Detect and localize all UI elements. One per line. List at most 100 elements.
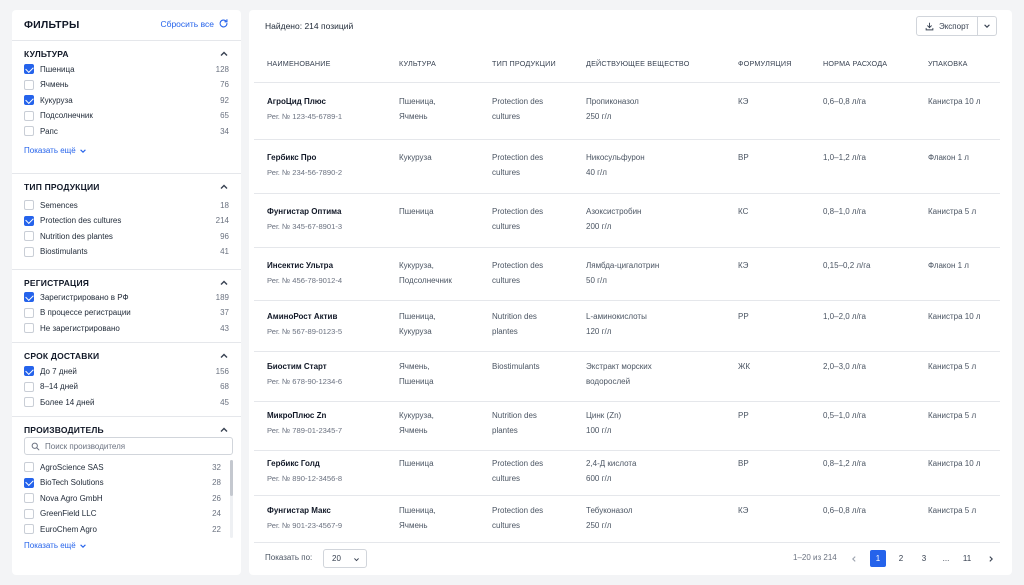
type-cell: Protection des cultures — [492, 457, 543, 486]
filter-option[interactable]: Не зарегистрировано 43 — [24, 321, 229, 335]
product-name[interactable]: АгроЦид Плюс — [267, 95, 342, 110]
option-count: 34 — [220, 126, 229, 136]
table-row[interactable]: Инсектис Ультра Рег. № 456-78-9012-4 Куку… — [254, 248, 1000, 301]
prev-page-button[interactable] — [846, 550, 862, 567]
filter-option[interactable]: Подсолнечник 65 — [24, 109, 229, 123]
column-header-active-substance[interactable]: ДЕЙСТВУЮЩЕЕ ВЕЩЕСТВО — [586, 59, 689, 68]
product-name[interactable]: Гербикс Про — [267, 151, 342, 166]
export-button[interactable]: Экспорт — [917, 17, 978, 35]
column-header-formulation[interactable]: ФОРМУЛЯЦИЯ — [738, 59, 792, 68]
checkbox[interactable] — [24, 323, 34, 333]
table-row[interactable]: МикроПлюс Zn Рег. № 789-01-2345-7 Кукуруз… — [254, 402, 1000, 451]
chevron-up-icon[interactable] — [219, 49, 229, 59]
checkbox-checked[interactable] — [24, 64, 34, 74]
checkbox[interactable] — [24, 79, 34, 90]
filter-option[interactable]: Nova Agro GmbH 26 — [24, 491, 221, 505]
table-row[interactable]: Фунгистар Оптима Рег. № 345-67-8901-3 Пше… — [254, 194, 1000, 248]
table-row[interactable]: Фунгистар Макс Рег. № 901-23-4567-9 Пшени… — [254, 496, 1000, 543]
filter-option[interactable]: AgroScience SAS 32 — [24, 460, 221, 474]
filter-option[interactable]: Пшеница 128 — [24, 62, 229, 76]
table-row[interactable]: АгроЦид Плюс Рег. № 123-45-6789-1 Пшеница… — [254, 83, 1000, 140]
filter-option[interactable]: 8–14 дней 68 — [24, 380, 229, 394]
filter-option[interactable]: GreenField LLC 24 — [24, 507, 221, 521]
export-options-button[interactable] — [978, 22, 996, 30]
checkbox-checked[interactable] — [24, 215, 34, 226]
checkbox-checked[interactable] — [24, 95, 34, 105]
product-name[interactable]: Фунгистар Макс — [267, 504, 342, 519]
section-header-registration[interactable]: РЕГИСТРАЦИЯ — [24, 277, 229, 289]
page-size-select[interactable]: 20 — [323, 549, 367, 568]
column-header-packaging[interactable]: УПАКОВКА — [928, 59, 968, 68]
checkbox[interactable] — [24, 246, 34, 257]
filter-option[interactable]: Зарегистрировано в РФ 189 — [24, 290, 229, 304]
filter-option[interactable]: До 7 дней 156 — [24, 364, 229, 378]
checkbox-checked[interactable] — [24, 477, 34, 488]
product-name[interactable]: АминоРост Актив — [267, 310, 342, 325]
filter-option[interactable]: Nutrition des plantes 96 — [24, 229, 229, 243]
type-line: cultures — [492, 473, 521, 483]
page-button-11[interactable]: 11 — [959, 550, 975, 567]
section-header-manufacturer[interactable]: ПРОИЗВОДИТЕЛЬ — [24, 424, 229, 436]
section-header-delivery[interactable]: СРОК ДОСТАВКИ — [24, 350, 229, 362]
filter-option[interactable]: Более 14 дней 45 — [24, 395, 229, 409]
table-row[interactable]: АминоРост Актив Рег. № 567-89-0123-5 Пшен… — [254, 301, 1000, 352]
checkbox[interactable] — [24, 493, 34, 503]
scrollbar-thumb[interactable] — [230, 460, 233, 496]
section-title: ПРОИЗВОДИТЕЛЬ — [24, 425, 104, 435]
checkbox-checked[interactable] — [24, 366, 34, 376]
checkbox[interactable] — [24, 200, 34, 210]
filter-section-product-type: ТИП ПРОДУКЦИИ Semences 18 Protection des… — [12, 173, 241, 269]
checkbox[interactable] — [24, 381, 34, 392]
product-cell: Фунгистар Макс Рег. № 901-23-4567-9 — [267, 504, 342, 533]
filter-option[interactable]: Рапс 34 — [24, 124, 229, 138]
table-row[interactable]: Гербикс Про Рег. № 234-56-7890-2 Кукуруза… — [254, 140, 1000, 194]
filter-option[interactable]: Protection des cultures 214 — [24, 214, 229, 228]
checkbox[interactable] — [24, 508, 34, 519]
show-more-manufacturer-link[interactable]: Показать ещё — [24, 541, 87, 550]
reset-all-button[interactable]: Сбросить все — [160, 18, 229, 29]
product-name[interactable]: Биостим Старт — [267, 360, 342, 375]
chevron-up-icon[interactable] — [219, 182, 229, 192]
filter-option[interactable]: Biostimulants 41 — [24, 245, 229, 259]
table-row[interactable]: Гербикс Голд Рег. № 890-12-3456-8 Пшеница… — [254, 451, 1000, 496]
filter-option[interactable]: EuroChem Agro 22 — [24, 522, 221, 536]
filter-option[interactable]: Ячмень 76 — [24, 78, 229, 92]
filter-option[interactable]: В процессе регистрации 37 — [24, 306, 229, 320]
page-button-2[interactable]: 2 — [893, 550, 909, 567]
product-name[interactable]: Инсектис Ультра — [267, 259, 342, 274]
column-header-culture[interactable]: КУЛЬТУРА — [399, 59, 436, 68]
product-name[interactable]: Гербикс Голд — [267, 457, 342, 472]
column-header-product-type[interactable]: ТИП ПРОДУКЦИИ — [492, 59, 556, 68]
show-more-culture-link[interactable]: Показать ещё — [24, 146, 87, 155]
chevron-up-icon[interactable] — [219, 425, 229, 435]
chevron-up-icon[interactable] — [219, 351, 229, 361]
page-button-3[interactable]: 3 — [916, 550, 932, 567]
checkbox[interactable] — [24, 126, 34, 136]
table-row[interactable]: Биостим Старт Рег. № 678-90-1234-6 Ячмень… — [254, 352, 1000, 402]
product-name[interactable]: Фунгистар Оптима — [267, 205, 342, 220]
checkbox-checked[interactable] — [24, 292, 34, 302]
page-button-1[interactable]: 1 — [870, 550, 886, 567]
column-header-rate[interactable]: НОРМА РАСХОДА — [823, 59, 887, 68]
checkbox[interactable] — [24, 462, 34, 472]
type-cell: Nutrition des plantes — [492, 310, 537, 339]
manufacturer-scrollbar[interactable] — [230, 460, 233, 538]
chevron-up-icon[interactable] — [219, 278, 229, 288]
checkbox[interactable] — [24, 524, 34, 534]
product-reg-number: Рег. № 890-12-3456-8 — [267, 473, 343, 483]
next-page-button[interactable] — [983, 550, 999, 567]
section-header-culture[interactable]: КУЛЬТУРА — [24, 48, 229, 60]
manufacturer-search-input[interactable] — [45, 441, 225, 451]
checkbox[interactable] — [24, 397, 34, 407]
manufacturer-search-box[interactable] — [24, 437, 233, 455]
column-header-name[interactable]: НАИМЕНОВАНИЕ — [267, 59, 331, 68]
filter-option[interactable]: BioTech Solutions 28 — [24, 476, 221, 490]
filter-option[interactable]: Semences 18 — [24, 198, 229, 212]
section-header-product-type[interactable]: ТИП ПРОДУКЦИИ — [24, 181, 229, 193]
checkbox[interactable] — [24, 231, 34, 241]
product-name[interactable]: МикроПлюс Zn — [267, 409, 342, 424]
checkbox[interactable] — [24, 307, 34, 318]
filter-option[interactable]: Кукуруза 92 — [24, 93, 229, 107]
checkbox[interactable] — [24, 110, 34, 121]
substance-line: 120 г/л — [586, 326, 612, 336]
